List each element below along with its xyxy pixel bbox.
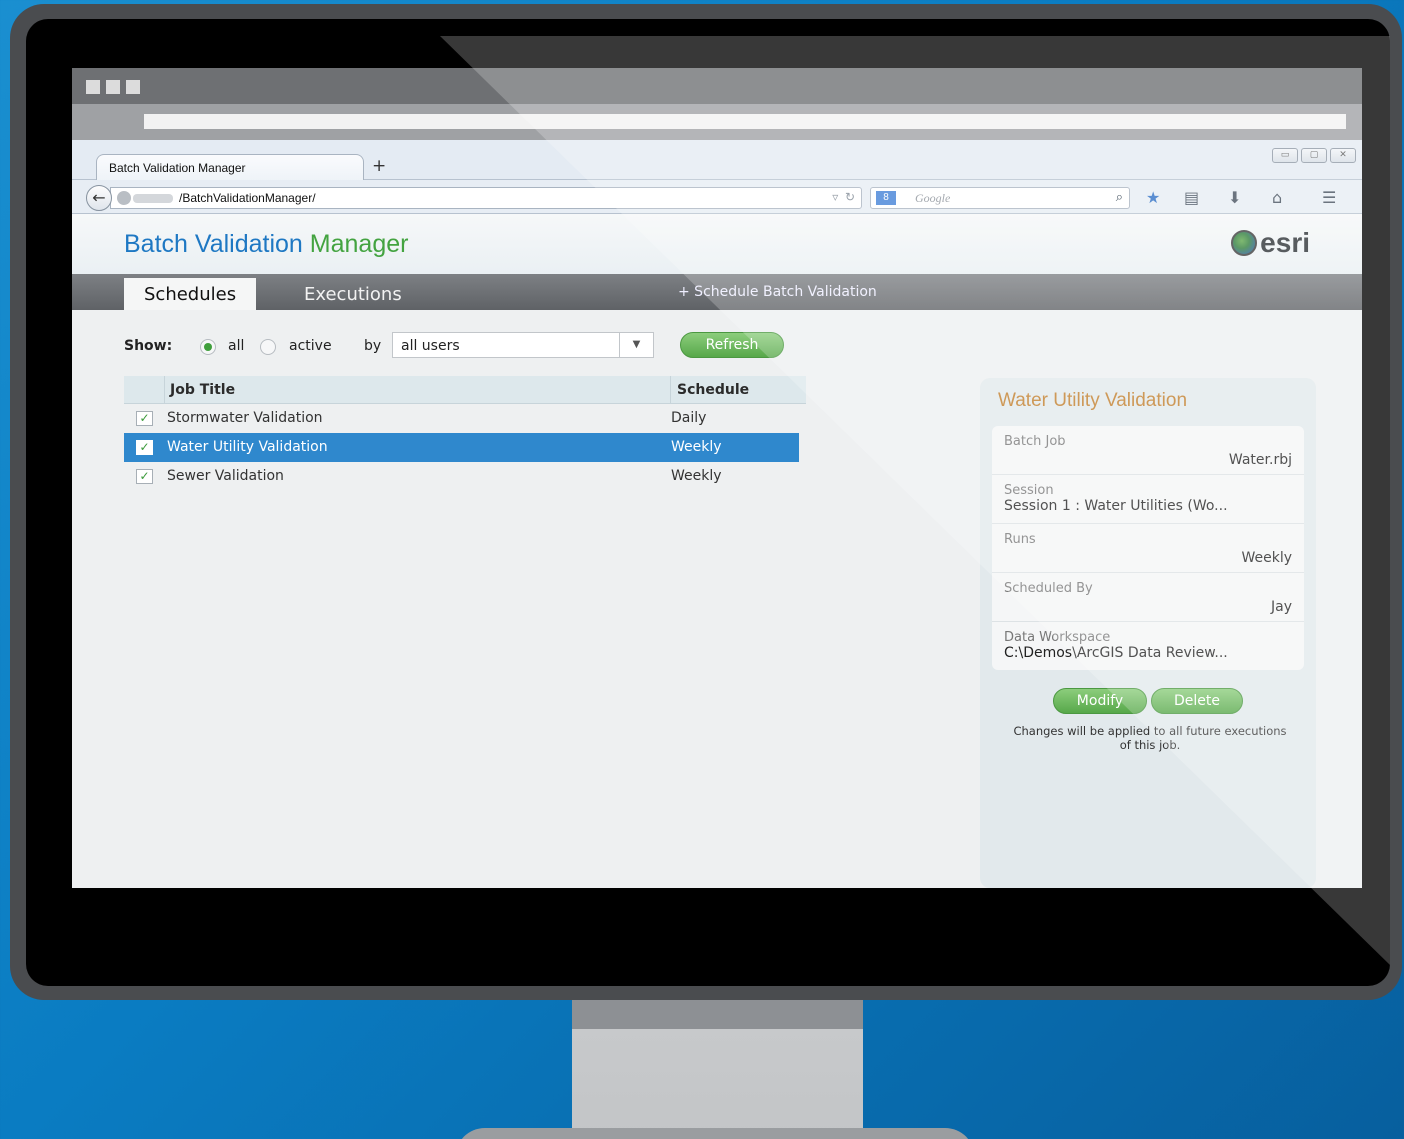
user-select-value: all users <box>401 338 460 354</box>
app-header: Batch Validation Manager esri <box>72 214 1362 274</box>
app-title: Batch Validation Manager <box>124 230 408 259</box>
row-schedule: Weekly <box>671 468 722 484</box>
field-value: C:\Demos\ArcGIS Data Review... <box>1004 645 1228 661</box>
row-schedule: Daily <box>671 410 707 426</box>
tab-schedules[interactable]: Schedules <box>124 278 257 310</box>
modify-button[interactable]: Modify <box>1053 688 1147 714</box>
close-icon[interactable]: ✕ <box>1330 148 1356 163</box>
globe-icon <box>117 191 131 205</box>
field-data-workspace: Data Workspace C:\Demos\ArcGIS Data Revi… <box>992 622 1304 671</box>
magnifier-icon[interactable]: ⌕ <box>1116 189 1123 205</box>
filter-row: Show: all active by all users ▼ Refresh <box>124 332 824 362</box>
app-content: Batch Validation Manager esri Schedules … <box>72 214 1362 888</box>
browser-tab-title: Batch Validation Manager <box>109 161 246 175</box>
details-card: Batch Job Water.rbj Session Session 1 : … <box>992 426 1304 670</box>
main-tabbar: Schedules Executions + Schedule Batch Va… <box>72 274 1362 310</box>
jobs-table: Job Title Schedule ✓ Stormwater Validati… <box>124 376 806 491</box>
row-title: Water Utility Validation <box>167 439 328 455</box>
download-icon[interactable]: ⬇ <box>1228 188 1241 207</box>
window-toolbar <box>72 104 1362 140</box>
menu-icon[interactable]: ☰ <box>1322 188 1336 207</box>
url-text: /BatchValidationManager/ <box>179 191 316 205</box>
esri-globe-icon <box>1231 230 1258 256</box>
tab-executions[interactable]: Executions <box>284 278 422 310</box>
header-job-title[interactable]: Job Title <box>170 382 235 398</box>
table-header: Job Title Schedule <box>124 376 806 404</box>
browser-tab[interactable]: Batch Validation Manager <box>96 154 364 181</box>
monitor-stand <box>572 995 863 1139</box>
maximize-icon[interactable]: ▢ <box>1301 148 1327 163</box>
row-title: Stormwater Validation <box>167 410 323 426</box>
row-title: Sewer Validation <box>167 468 284 484</box>
minimize-icon[interactable]: ▭ <box>1272 148 1298 163</box>
details-note: Changes will be applied to all future ex… <box>1013 724 1287 752</box>
by-label: by <box>364 338 382 354</box>
refresh-button[interactable]: Refresh <box>680 332 784 358</box>
user-select[interactable]: all users ▼ <box>392 332 654 358</box>
app-title-part1: Batch Validation <box>124 230 310 258</box>
chevron-down-icon[interactable]: ▼ <box>619 333 653 357</box>
blurred-host <box>133 194 173 203</box>
reload-icon[interactable]: ▿ ↻ <box>832 190 855 204</box>
monitor-base <box>455 1128 975 1139</box>
field-value: Water.rbj <box>1228 452 1292 468</box>
radio-active[interactable] <box>260 339 276 355</box>
field-value: Jay <box>1271 599 1292 615</box>
checkbox-checked-icon[interactable]: ✓ <box>136 411 153 426</box>
home-icon[interactable]: ⌂ <box>1272 188 1282 207</box>
delete-button[interactable]: Delete <box>1151 688 1243 714</box>
field-label: Scheduled By <box>1004 581 1093 596</box>
details-panel: Water Utility Validation Batch Job Water… <box>980 378 1316 888</box>
table-row-selected[interactable]: ✓ Water Utility Validation Weekly <box>124 433 799 462</box>
field-runs: Runs Weekly <box>992 524 1304 573</box>
search-engine-icon[interactable]: 8 <box>876 191 896 205</box>
field-session: Session Session 1 : Water Utilities (Wo.… <box>992 475 1304 524</box>
checkbox-checked-icon[interactable]: ✓ <box>136 440 153 455</box>
window-address-bar <box>144 114 1346 129</box>
table-row[interactable]: ✓ Sewer Validation Weekly <box>124 462 799 491</box>
row-schedule: Weekly <box>671 439 722 455</box>
details-title: Water Utility Validation <box>998 390 1188 411</box>
window-dot-icon <box>126 80 140 94</box>
field-batch-job: Batch Job Water.rbj <box>992 426 1304 475</box>
table-row[interactable]: ✓ Stormwater Validation Daily <box>124 404 799 433</box>
field-label: Runs <box>1004 532 1036 547</box>
field-label: Data Workspace <box>1004 630 1111 645</box>
field-label: Batch Job <box>1004 434 1066 449</box>
window-controls: ▭ ▢ ✕ <box>1272 148 1356 163</box>
radio-active-label: active <box>289 338 332 354</box>
header-schedule[interactable]: Schedule <box>677 382 749 398</box>
window-dot-icon <box>86 80 100 94</box>
browser-nav-bar: /BatchValidationManager/ ▿ ↻ ← 8 Google … <box>72 180 1362 214</box>
window-dot-icon <box>106 80 120 94</box>
field-value: Weekly <box>1241 550 1292 566</box>
bookmark-star-icon[interactable]: ★ <box>1146 188 1160 207</box>
field-label: Session <box>1004 483 1054 498</box>
field-value: Session 1 : Water Utilities (Wo... <box>1004 498 1228 514</box>
browser-tab-row: Batch Validation Manager + ▭ ▢ ✕ <box>72 140 1362 181</box>
app-title-part2: Manager <box>309 230 409 258</box>
url-field[interactable]: /BatchValidationManager/ ▿ ↻ <box>110 187 862 209</box>
search-placeholder: Google <box>915 191 951 205</box>
field-scheduled-by: Scheduled By Jay <box>992 573 1304 622</box>
show-label: Show: <box>124 338 173 354</box>
clipboard-icon[interactable]: ▤ <box>1184 188 1199 207</box>
checkbox-checked-icon[interactable]: ✓ <box>136 469 153 484</box>
monitor-screen: Batch Validation Manager + ▭ ▢ ✕ /BatchV… <box>72 68 1362 888</box>
search-input[interactable]: 8 Google ⌕ <box>870 187 1130 209</box>
window-titlebar <box>72 68 1362 104</box>
radio-all-label: all <box>228 338 245 354</box>
new-tab-button[interactable]: + <box>372 156 386 176</box>
radio-all[interactable] <box>200 339 216 355</box>
schedule-batch-validation-link[interactable]: + Schedule Batch Validation <box>678 284 877 300</box>
esri-logo: esri <box>1231 227 1310 259</box>
esri-logo-text: esri <box>1260 227 1310 258</box>
back-arrow-icon[interactable]: ← <box>86 185 112 211</box>
